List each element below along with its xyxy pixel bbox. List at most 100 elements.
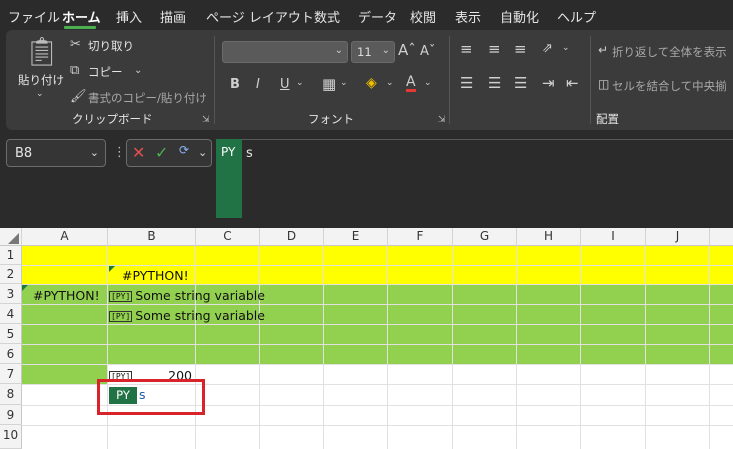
cancel-icon[interactable]: ✕: [132, 143, 145, 162]
borders-dropdown-icon[interactable]: ⌄: [340, 79, 348, 88]
column-header-b[interactable]: B: [108, 228, 196, 246]
column-header-i[interactable]: I: [581, 228, 646, 246]
align-right-icon[interactable]: ☰: [514, 76, 527, 91]
row-header-7[interactable]: 7: [0, 364, 22, 384]
row-header-2[interactable]: 2: [0, 265, 22, 284]
borders-icon[interactable]: ▦: [322, 77, 336, 92]
font-color-icon[interactable]: A: [406, 75, 416, 92]
chevron-down-icon[interactable]: ⌄: [198, 146, 207, 159]
font-launcher-icon[interactable]: ⇲: [438, 115, 446, 125]
font-size-value: 11: [357, 45, 372, 59]
scissors-icon[interactable]: ✂: [70, 38, 81, 51]
menu-draw[interactable]: 描画: [160, 7, 186, 26]
font-color-dropdown-icon[interactable]: ⌄: [424, 79, 432, 88]
outdent-icon[interactable]: ⇤: [566, 76, 579, 91]
grow-font-icon[interactable]: Aˆ: [398, 43, 416, 58]
underline-dropdown-icon[interactable]: ⌄: [296, 79, 304, 88]
enter-icon[interactable]: ✓: [155, 143, 168, 162]
menu-automate[interactable]: 自動化: [500, 7, 539, 26]
gridline: [516, 246, 517, 449]
column-header-h[interactable]: H: [517, 228, 581, 246]
bold-button[interactable]: B: [230, 78, 240, 91]
chevron-down-icon: ⌄: [334, 45, 343, 56]
column-header-e[interactable]: E: [324, 228, 388, 246]
name-box[interactable]: B8 ⌄: [6, 139, 106, 167]
cell-b4[interactable]: [PY] Some string variable: [109, 308, 265, 323]
python-object-icon[interactable]: [PY]: [109, 311, 133, 322]
gridline: [22, 324, 733, 325]
align-middle-icon[interactable]: ≡: [488, 42, 501, 57]
font-size-select[interactable]: 11 ⌄: [351, 41, 395, 63]
wrap-text-button[interactable]: 折り返して全体を表示: [612, 44, 727, 60]
menu-file[interactable]: ファイル: [8, 7, 60, 26]
align-center-icon[interactable]: ☰: [488, 76, 501, 91]
row-header-3[interactable]: 3: [0, 284, 22, 304]
italic-button[interactable]: I: [256, 78, 260, 91]
formula-input[interactable]: [216, 139, 733, 219]
row-header-10[interactable]: 10: [0, 425, 22, 449]
cell-b3[interactable]: [PY] Some string variable: [109, 288, 265, 303]
row-header-5[interactable]: 5: [0, 324, 22, 344]
cut-button[interactable]: 切り取り: [88, 38, 134, 54]
row-header-9[interactable]: 9: [0, 405, 22, 425]
row-header-1[interactable]: 1: [0, 246, 22, 265]
cell-b3-text: Some string variable: [135, 288, 265, 303]
menu-review[interactable]: 校閲: [410, 7, 436, 26]
copy-button[interactable]: コピー: [88, 64, 123, 80]
font-name-select[interactable]: ⌄: [222, 41, 348, 63]
underline-button[interactable]: U: [280, 78, 290, 91]
indent-icon[interactable]: ⇥: [542, 76, 555, 91]
column-header-k[interactable]: [710, 228, 733, 246]
orientation-icon[interactable]: ⇗: [542, 42, 553, 55]
row-header-4[interactable]: 4: [0, 304, 22, 324]
column-header-c[interactable]: C: [196, 228, 260, 246]
clipboard-launcher-icon[interactable]: ⇲: [202, 115, 210, 125]
menu-view[interactable]: 表示: [455, 7, 481, 26]
menu-formulas[interactable]: 数式: [314, 7, 340, 26]
spreadsheet-grid[interactable]: A B C D E F G H I J 1 2 3 4 5 6 7 8 9 10…: [0, 228, 733, 449]
menu-page-layout[interactable]: ページ レイアウト: [206, 7, 314, 26]
chevron-down-icon[interactable]: ⌄: [90, 146, 99, 159]
copy-icon[interactable]: ⧉: [70, 64, 79, 77]
column-header-f[interactable]: F: [388, 228, 453, 246]
copy-dropdown-icon[interactable]: ⌄: [134, 66, 142, 76]
formula-text[interactable]: s: [246, 146, 253, 161]
fill-color-icon[interactable]: ◈: [366, 76, 377, 90]
more-options-icon[interactable]: ⋮: [113, 145, 126, 160]
format-painter-button[interactable]: 書式のコピー/貼り付け: [88, 90, 207, 106]
error-indicator: [109, 266, 115, 272]
menu-home[interactable]: ホーム: [62, 7, 101, 26]
column-header-j[interactable]: J: [646, 228, 710, 246]
shrink-font-icon[interactable]: Aˇ: [420, 45, 435, 58]
row-header-8[interactable]: 8: [0, 384, 22, 405]
paste-dropdown-icon[interactable]: ⌄: [36, 90, 44, 99]
paste-button[interactable]: 貼り付け: [18, 72, 64, 88]
highlight-box: [97, 379, 205, 415]
row-header-6[interactable]: 6: [0, 344, 22, 364]
menu-insert[interactable]: 挿入: [116, 7, 142, 26]
select-all-corner[interactable]: [0, 228, 22, 246]
merge-center-icon[interactable]: ◫: [598, 78, 609, 90]
menu-help[interactable]: ヘルプ: [557, 7, 596, 26]
orientation-dropdown-icon[interactable]: ⌄: [562, 44, 570, 53]
align-top-icon[interactable]: ≡: [460, 42, 473, 57]
column-header-g[interactable]: G: [453, 228, 517, 246]
gridline: [22, 284, 733, 285]
python-object-icon[interactable]: [PY]: [109, 291, 133, 302]
green-fill-a7: [22, 365, 108, 385]
wrap-text-icon[interactable]: ↵: [598, 44, 608, 56]
format-painter-icon[interactable]: 🖌︎: [70, 90, 87, 103]
column-header-a[interactable]: A: [22, 228, 108, 246]
cell-b2[interactable]: #PYTHON!: [122, 268, 189, 283]
insert-function-icon[interactable]: ⟳: [179, 143, 189, 157]
paste-icon[interactable]: 📋︎: [24, 38, 60, 66]
cell-a3[interactable]: #PYTHON!: [33, 288, 100, 303]
align-left-icon[interactable]: ☰: [460, 76, 473, 91]
menu-data[interactable]: データ: [358, 7, 397, 26]
python-badge: PY: [216, 139, 242, 218]
align-bottom-icon[interactable]: ≡: [514, 42, 527, 57]
gridline: [22, 364, 733, 365]
fill-color-dropdown-icon[interactable]: ⌄: [386, 79, 394, 88]
merge-center-button[interactable]: セルを結合して中央揃: [612, 78, 727, 94]
column-header-d[interactable]: D: [260, 228, 324, 246]
